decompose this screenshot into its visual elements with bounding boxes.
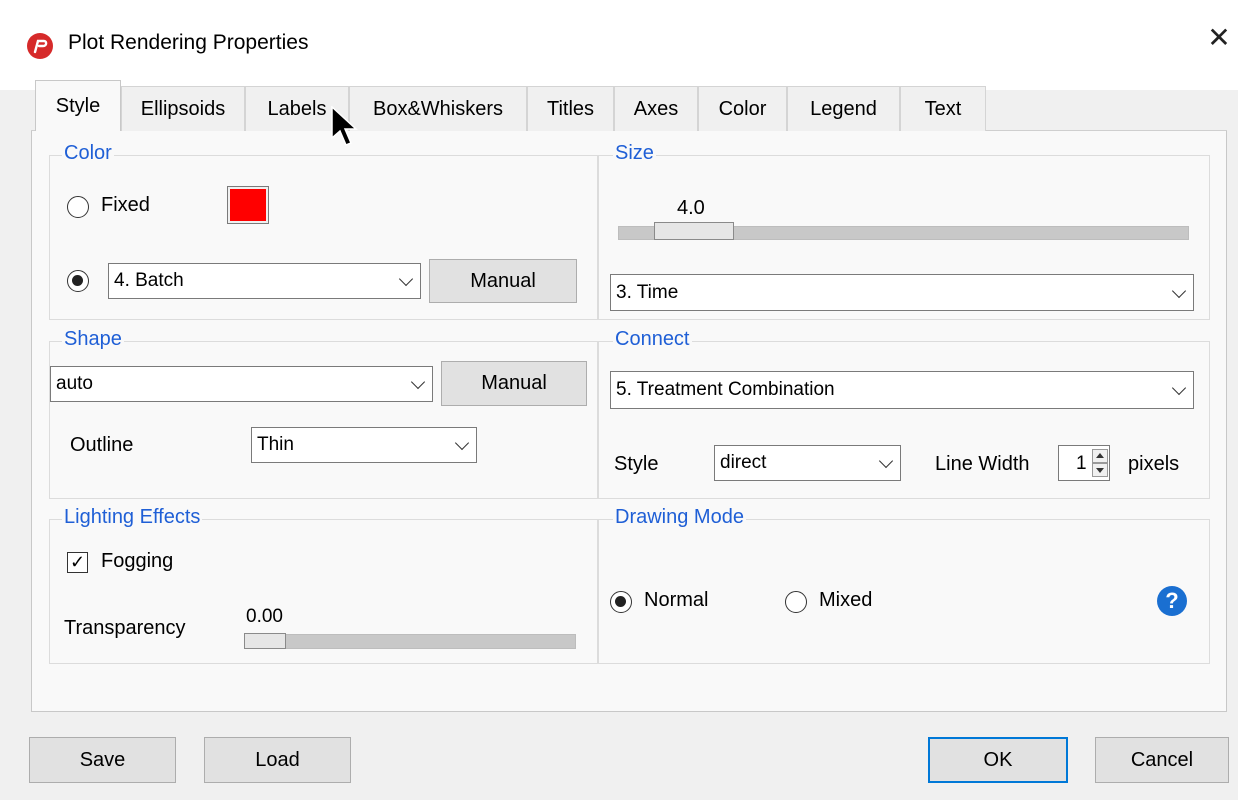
close-icon[interactable]: ✕ (1204, 24, 1234, 54)
spin-down-icon[interactable] (1092, 463, 1108, 477)
color-group-title: Color (62, 142, 114, 165)
connect-select[interactable]: 5. Treatment Combination (610, 371, 1194, 409)
lighting-group-title: Lighting Effects (62, 506, 203, 529)
connect-style-select[interactable]: direct (714, 445, 901, 481)
chevron-down-icon (878, 453, 894, 469)
ok-button[interactable]: OK (928, 737, 1068, 783)
chevron-down-icon (1171, 380, 1187, 396)
fixed-color-swatch[interactable] (227, 186, 269, 224)
transparency-slider-track[interactable] (244, 634, 576, 649)
transparency-slider-thumb[interactable] (244, 633, 286, 649)
help-icon[interactable]: ? (1157, 586, 1187, 616)
spin-up-icon[interactable] (1092, 449, 1108, 463)
connect-group-title: Connect (613, 328, 692, 351)
color-manual-button[interactable]: Manual (429, 259, 577, 303)
app-logo-icon (27, 33, 53, 59)
chevron-down-icon (454, 435, 470, 451)
load-button[interactable]: Load (204, 737, 351, 783)
normal-mode-radio[interactable] (610, 591, 632, 613)
normal-mode-label: Normal (644, 589, 709, 611)
variable-color-radio[interactable] (67, 270, 89, 292)
fixed-label: Fixed (101, 194, 150, 216)
tab-color[interactable]: Color (698, 86, 787, 131)
connect-group (598, 341, 1210, 499)
tab-titles[interactable]: Titles (527, 86, 614, 131)
mouse-cursor-icon (331, 106, 358, 146)
tab-ellipsoids[interactable]: Ellipsoids (121, 86, 245, 131)
tab-legend[interactable]: Legend (787, 86, 900, 131)
size-variable-value: 3. Time (616, 281, 679, 303)
line-width-value: 1 (1076, 453, 1087, 474)
size-slider-value: 4.0 (677, 197, 705, 219)
size-group-title: Size (613, 142, 656, 165)
window-title: Plot Rendering Properties (68, 31, 309, 54)
chevron-down-icon (1171, 283, 1187, 298)
fogging-checkbox[interactable]: ✓ (67, 552, 88, 573)
connect-value: 5. Treatment Combination (616, 379, 835, 400)
connect-style-value: direct (720, 452, 767, 473)
chevron-down-icon (410, 374, 426, 390)
shape-manual-button[interactable]: Manual (441, 361, 587, 406)
fogging-label: Fogging (101, 550, 174, 572)
outline-select[interactable]: Thin (251, 427, 477, 463)
tab-text[interactable]: Text (900, 86, 986, 131)
transparency-value: 0.00 (246, 606, 283, 627)
line-width-spinner[interactable]: 1 (1058, 445, 1110, 481)
transparency-label: Transparency (64, 617, 186, 639)
shape-group-title: Shape (62, 328, 124, 351)
fixed-color-radio[interactable] (67, 196, 89, 218)
size-variable-select[interactable]: 3. Time (610, 274, 1194, 311)
outline-value: Thin (257, 434, 294, 455)
color-variable-select[interactable]: 4. Batch (108, 263, 421, 299)
save-button[interactable]: Save (29, 737, 176, 783)
line-width-label: Line Width (935, 453, 1030, 475)
cancel-button[interactable]: Cancel (1095, 737, 1229, 783)
tab-box-whiskers[interactable]: Box&Whiskers (349, 86, 527, 131)
shape-value: auto (56, 373, 93, 394)
tab-style[interactable]: Style (35, 80, 121, 132)
tab-axes[interactable]: Axes (614, 86, 698, 131)
color-variable-value: 4. Batch (114, 270, 184, 291)
size-slider-thumb[interactable] (654, 222, 734, 240)
chevron-down-icon (398, 271, 414, 287)
outline-label: Outline (70, 434, 134, 456)
shape-select[interactable]: auto (50, 366, 433, 402)
mixed-mode-radio[interactable] (785, 591, 807, 613)
drawing-mode-group-title: Drawing Mode (613, 506, 746, 529)
pixels-label: pixels (1128, 453, 1180, 475)
mixed-mode-label: Mixed (819, 589, 873, 611)
connect-style-label: Style (614, 453, 659, 475)
